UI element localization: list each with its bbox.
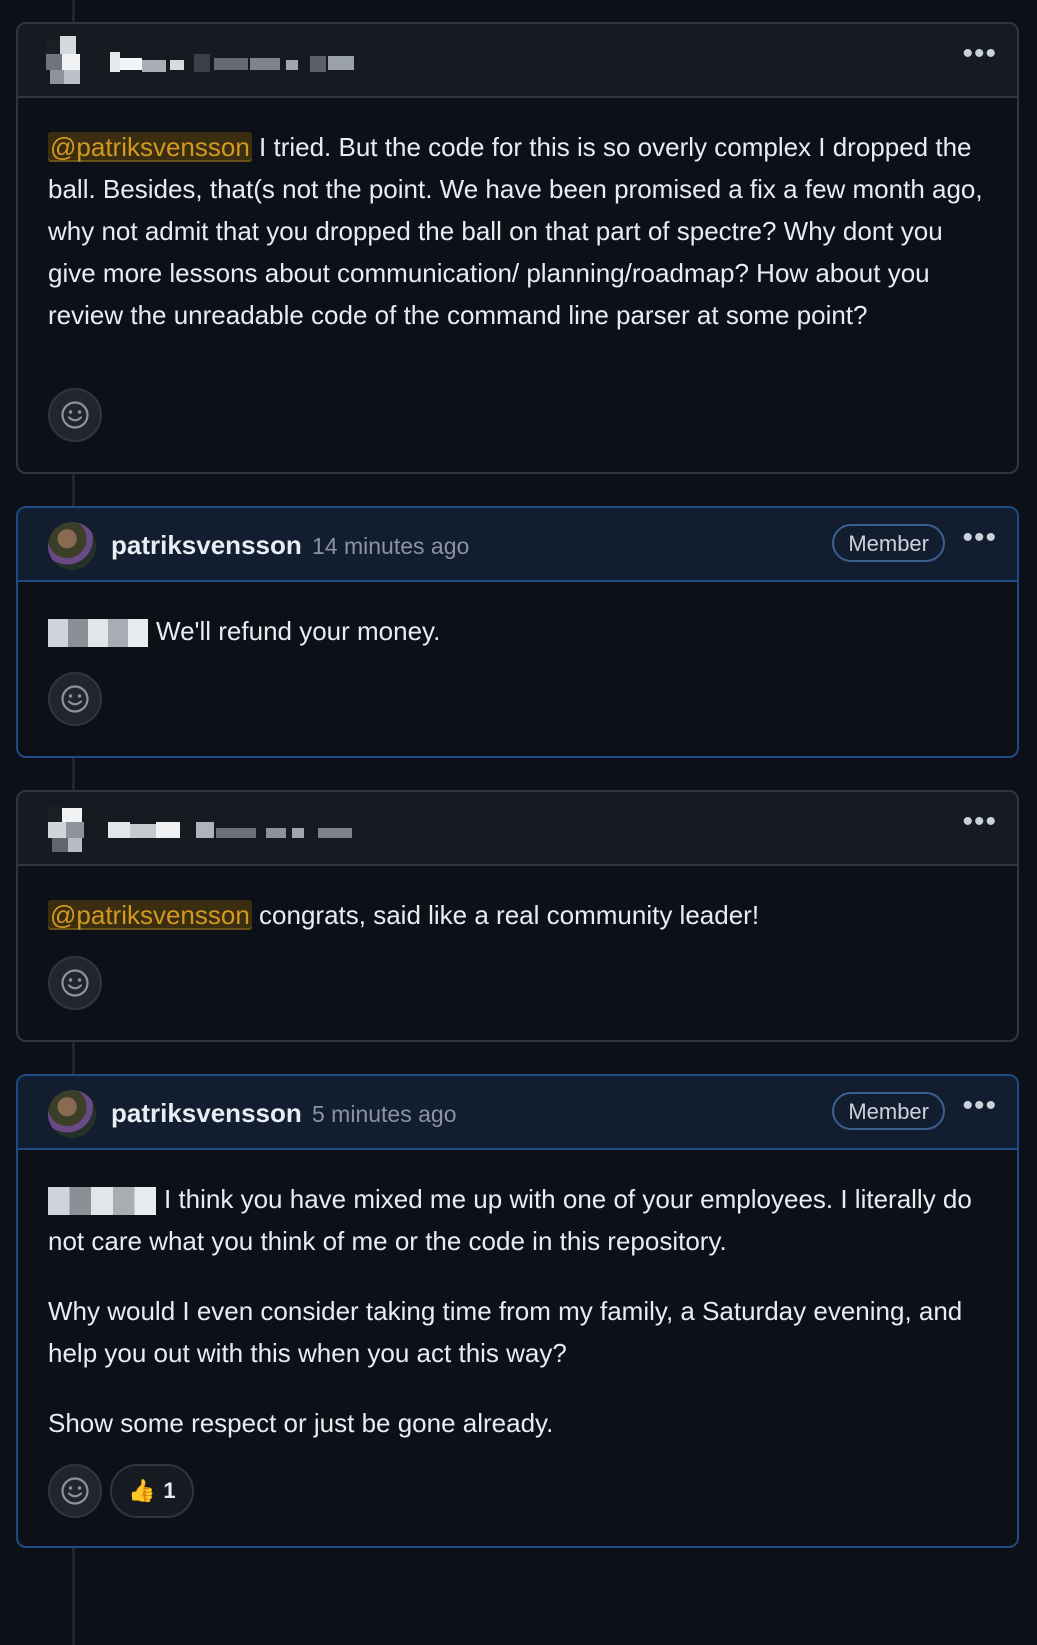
more-options-icon[interactable]: •••	[962, 39, 997, 69]
redacted-author-name	[110, 48, 360, 76]
comment-body: We'll refund your money.	[18, 582, 1017, 652]
smiley-icon	[61, 1477, 89, 1505]
add-reaction-button[interactable]	[48, 672, 102, 726]
comment-body: @patriksvensson congrats, said like a re…	[18, 866, 1017, 936]
thumbs-up-icon: 👍	[128, 1478, 156, 1503]
comment-card: patriksvensson 5 minutes ago Member ••• …	[16, 1074, 1019, 1548]
more-options-icon[interactable]: •••	[962, 807, 997, 837]
reaction-count: 1	[163, 1478, 176, 1503]
comment-body: I think you have mixed me up with one of…	[18, 1150, 1017, 1444]
smiley-icon	[61, 401, 89, 429]
comment-header: patriksvensson 14 minutes ago Member •••	[18, 508, 1017, 582]
smiley-icon	[61, 969, 89, 997]
redacted-avatar	[46, 36, 90, 86]
comment-header: patriksvensson 5 minutes ago Member •••	[18, 1076, 1017, 1150]
reactions-bar	[48, 956, 102, 1010]
comment-paragraph: I think you have mixed me up with one of…	[48, 1184, 972, 1256]
member-badge: Member	[832, 524, 945, 562]
more-options-icon[interactable]: •••	[962, 523, 997, 553]
smiley-icon	[61, 685, 89, 713]
author-name[interactable]: patriksvensson	[111, 1098, 302, 1129]
comment-timestamp[interactable]: 14 minutes ago	[312, 533, 469, 560]
redacted-avatar	[48, 806, 92, 854]
redacted-author-name	[108, 818, 368, 842]
comment-body: @patriksvensson I tried. But the code fo…	[18, 98, 1017, 336]
thumbs-up-reaction[interactable]: 👍 1	[110, 1464, 194, 1518]
comment-paragraph: Why would I even consider taking time fr…	[48, 1296, 963, 1368]
user-mention[interactable]: @patriksvensson	[48, 132, 252, 162]
reactions-bar	[48, 672, 102, 726]
avatar[interactable]	[48, 522, 96, 570]
comment-timestamp[interactable]: 5 minutes ago	[312, 1101, 456, 1128]
reactions-bar	[48, 388, 102, 442]
redacted-mention	[48, 1187, 156, 1216]
avatar[interactable]	[48, 1090, 96, 1138]
comment-card: ••• @patriksvensson I tried. But the cod…	[16, 22, 1019, 474]
author-name[interactable]: patriksvensson	[111, 530, 302, 561]
add-reaction-button[interactable]	[48, 388, 102, 442]
add-reaction-button[interactable]	[48, 1464, 102, 1518]
comment-text: We'll refund your money.	[156, 616, 441, 646]
comment-paragraph: Show some respect or just be gone alread…	[48, 1408, 554, 1438]
member-badge: Member	[832, 1092, 945, 1130]
comment-header: •••	[18, 792, 1017, 866]
comment-card: patriksvensson 14 minutes ago Member •••…	[16, 506, 1019, 758]
comment-header: •••	[18, 24, 1017, 98]
comment-text: congrats, said like a real community lea…	[251, 900, 760, 930]
user-mention[interactable]: @patriksvensson	[48, 900, 252, 930]
reactions-bar: 👍 1	[48, 1464, 194, 1518]
comment-card: ••• @patriksvensson congrats, said like …	[16, 790, 1019, 1042]
more-options-icon[interactable]: •••	[962, 1091, 997, 1121]
redacted-mention	[48, 619, 148, 648]
add-reaction-button[interactable]	[48, 956, 102, 1010]
